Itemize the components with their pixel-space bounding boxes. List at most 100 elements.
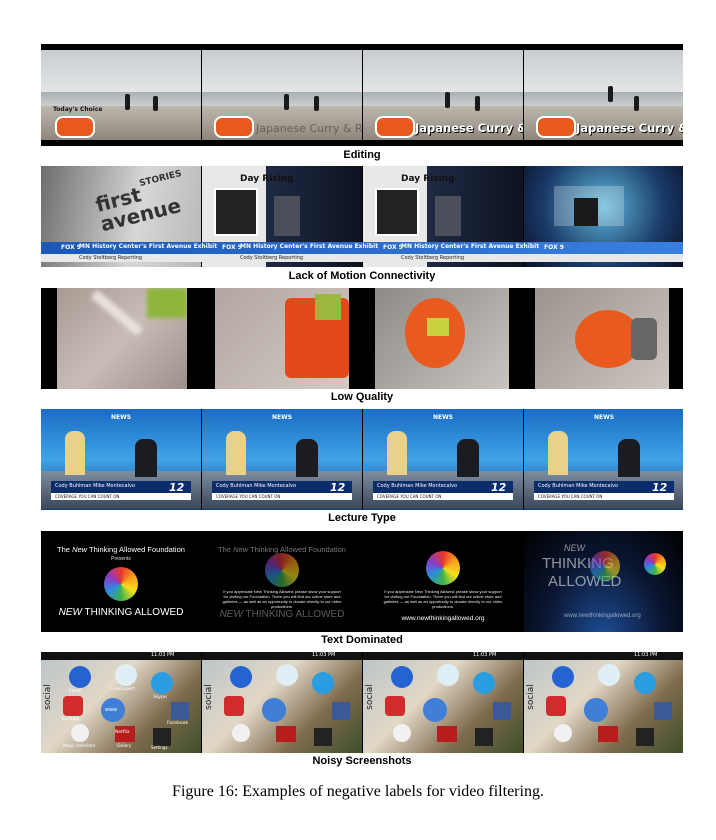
status-time: 11:03 PM — [473, 652, 497, 658]
url-text: www.newthinkingallowed.org — [401, 615, 485, 622]
brand-rest: THINKING ALLOWED — [81, 607, 184, 618]
app-label-liveexpert: LiveExpert — [111, 687, 135, 692]
status-time: 11:03 PM — [312, 652, 336, 658]
channel-number: 12 — [330, 481, 346, 494]
screenshot-frame-4: 11:03 PM social — [524, 652, 683, 753]
lower-third-title: MN History Center's First Avenue Exhibit — [240, 243, 379, 250]
slide-title: The New Thinking Allowed Foundation — [41, 545, 201, 554]
overlay-text: Japanese Curry & Rice — [576, 121, 683, 135]
slide-title-pre: The — [218, 545, 234, 554]
logo-text: Today's Choice — [53, 106, 103, 113]
app-label-music: Music Unlimited — [63, 743, 95, 748]
slide-title-post: Thinking Allowed Foundation — [87, 545, 185, 554]
lowquality-frame-1 — [57, 288, 187, 389]
figure-caption: Figure 16: Examples of negative labels f… — [172, 783, 544, 800]
lower-third-sub: Cody Stoltberg Reporting — [240, 255, 304, 261]
editing-frame-3: Japanese Curry & Rice — [363, 44, 523, 146]
stack-new: NEW — [564, 543, 585, 553]
lowquality-strip — [41, 288, 683, 389]
ticker-sub: COVERAGE YOU CAN COUNT ON — [377, 494, 442, 499]
network-logo: NEWS — [111, 414, 132, 421]
rainbow-logo-icon — [104, 567, 138, 601]
text-frame-4: NEW THINKING ALLOWED www.newthinkingallo… — [524, 531, 683, 632]
presents-text: Presents — [111, 556, 131, 562]
editing-frame-2: Japanese Curry & Rice — [202, 44, 362, 146]
lecture-frame-4: NEWS Cody Buhlman Mike Montecalvo COVERA… — [524, 409, 683, 510]
brand-text: NEW THINKING ALLOWED — [41, 607, 201, 618]
poster-text: Day Rising — [401, 174, 455, 184]
appeal-text: If you appreciate New Thinking Allowed, … — [222, 589, 342, 609]
text-frame-2: The New Thinking Allowed Foundation If y… — [202, 531, 362, 632]
brand-text-faded: NEW THINKING ALLOWED — [202, 609, 362, 620]
screenshot-frame-3: 11:03 PM social — [363, 652, 523, 753]
ticker-sub: COVERAGE YOU CAN COUNT ON — [216, 494, 281, 499]
text-frame-3: If you appreciate New Thinking Allowed, … — [363, 531, 523, 632]
lower-third-sub: Cody Stoltberg Reporting — [401, 255, 465, 261]
slide-title-post: Thinking Allowed Foundation — [248, 545, 346, 554]
brand-em: NEW — [219, 609, 243, 620]
brand-em: NEW — [58, 607, 82, 618]
sushi-logo — [214, 116, 254, 138]
slide-title-pre: The — [57, 545, 73, 554]
status-time: 11:03 PM — [151, 652, 175, 658]
url-text: www.newthinkingallowed.org — [564, 613, 641, 619]
screenshot-frame-1: 11:03 PM social — [41, 652, 201, 753]
screenshot-strip: 11:03 PM social 11:03 PM social 11:03 PM… — [41, 652, 683, 753]
ticker-sub: COVERAGE YOU CAN COUNT ON — [538, 494, 603, 499]
app-label-skype: Skype — [153, 695, 167, 700]
overlay-text-faded: Japanese Curry & Rice — [256, 122, 362, 135]
rainbow-logo-icon — [426, 551, 460, 585]
lowquality-frame-4 — [535, 288, 669, 389]
network-logo: NEWS — [272, 414, 293, 421]
station-logo: FOX 9 — [544, 244, 564, 251]
app-label-youtube: YouTube — [61, 717, 80, 722]
brand-rest: THINKING ALLOWED — [242, 609, 345, 620]
app-label-gallery: Gallery — [117, 743, 132, 748]
poster-text: Day Rising — [240, 174, 294, 184]
app-label-www: www — [105, 707, 118, 713]
text-strip: The New Thinking Allowed Foundation Pres… — [41, 531, 683, 632]
ticker-names: Cody Buhlman Mike Montecalvo — [55, 483, 136, 489]
ticker-names: Cody Buhlman Mike Montecalvo — [538, 483, 619, 489]
lower-third-title: MN History Center's First Avenue Exhibit — [401, 243, 540, 250]
app-label-settings: Settings — [151, 745, 168, 750]
side-label: social — [42, 684, 53, 710]
lecture-frame-3: NEWS Cody Buhlman Mike Montecalvo COVERA… — [363, 409, 523, 510]
app-label-email: Email — [69, 689, 82, 694]
editing-strip: Today's Choice Japanese Curry & Rice Jap… — [41, 44, 683, 146]
sushi-logo — [536, 116, 576, 138]
ticker-sub: COVERAGE YOU CAN COUNT ON — [55, 494, 120, 499]
side-label: social — [203, 684, 214, 710]
channel-number: 12 — [169, 481, 185, 494]
app-label-facebook: Facebook — [167, 721, 189, 726]
text-frame-1: The New Thinking Allowed Foundation Pres… — [41, 531, 201, 632]
rainbow-logo-icon — [590, 551, 620, 581]
ticker-names: Cody Buhlman Mike Montecalvo — [377, 483, 458, 489]
row-caption: Editing — [343, 149, 381, 161]
row-caption: Lecture Type — [328, 512, 396, 524]
screenshot-frame-2: 11:03 PM social — [202, 652, 362, 753]
lower-third-sub: Cody Stoltberg Reporting — [79, 255, 143, 261]
rainbow-logo-small-icon — [644, 553, 666, 575]
side-label: social — [364, 684, 375, 710]
editing-frame-1: Today's Choice — [41, 44, 201, 146]
motion-strip: first avenue STORIES Day Rising Day Risi… — [41, 166, 683, 267]
lecture-frame-2: NEWS Cody Buhlman Mike Montecalvo COVERA… — [202, 409, 362, 510]
row-caption: Noisy Screenshots — [312, 755, 412, 767]
slide-title-em: New — [233, 545, 249, 554]
row-caption: Text Dominated — [321, 634, 403, 646]
overlay-text: Japanese Curry & Rice — [415, 121, 523, 135]
status-time: 11:03 PM — [634, 652, 658, 658]
channel-number: 12 — [652, 481, 668, 494]
editing-frame-4: Japanese Curry & Rice — [524, 44, 683, 146]
side-label: social — [525, 684, 536, 710]
appeal-text: If you appreciate New Thinking Allowed, … — [383, 589, 503, 609]
lecture-strip: NEWS Cody Buhlman Mike Montecalvo COVERA… — [41, 409, 683, 510]
lowquality-frame-2 — [215, 288, 349, 389]
rainbow-logo-icon — [265, 553, 299, 587]
lowquality-frame-3 — [375, 288, 509, 389]
station-logo: FOX 9 — [222, 244, 242, 251]
slide-title-em: New — [72, 545, 88, 554]
sushi-logo — [55, 116, 95, 138]
row-caption: Lack of Motion Connectivity — [288, 270, 436, 282]
